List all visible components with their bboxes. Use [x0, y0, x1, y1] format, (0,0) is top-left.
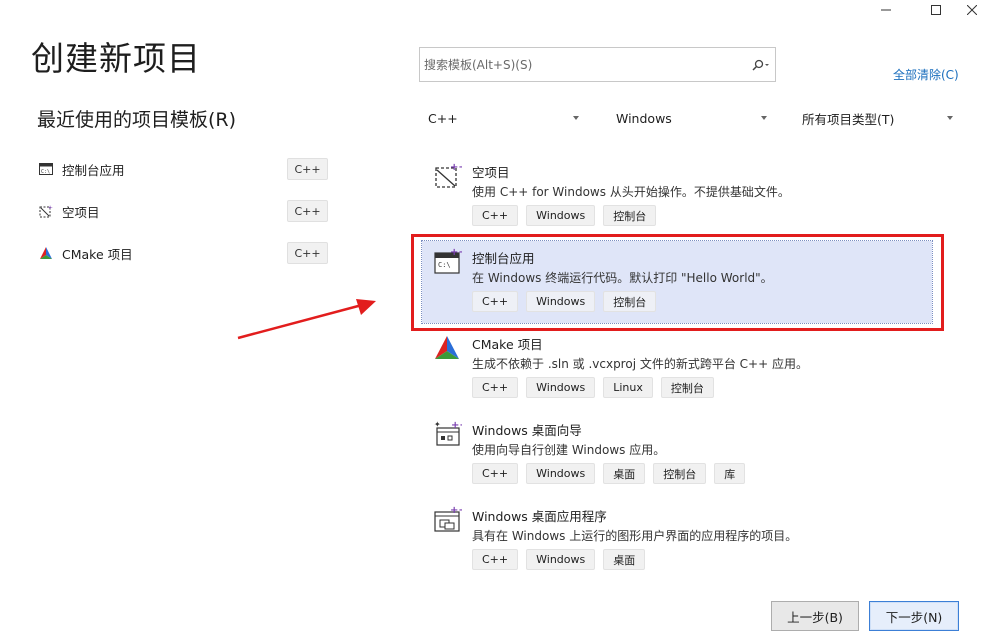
minimize-button[interactable]: [863, 0, 909, 20]
project-type-filter-value: 所有项目类型(T): [802, 112, 895, 127]
next-button[interactable]: 下一步(N): [869, 601, 959, 631]
cmake-icon: [38, 245, 54, 261]
empty-project-icon: ++: [434, 161, 467, 189]
template-tag: 库: [714, 463, 746, 484]
template-windows-desktop-wizard[interactable]: ✦ ++ Windows 桌面向导 使用向导自行创建 Windows 应用。 C+…: [422, 413, 932, 499]
close-icon: [967, 5, 977, 15]
search-icon[interactable]: [747, 48, 775, 81]
annotation-arrow-icon: [237, 299, 376, 340]
template-tag: C++: [472, 549, 519, 570]
platform-filter-value: Windows: [616, 111, 672, 126]
template-description: 生成不依赖于 .sln 或 .vcxproj 文件的新式跨平台 C++ 应用。: [472, 357, 808, 371]
desktop-app-icon: ++: [434, 505, 467, 533]
search-input[interactable]: [420, 48, 747, 81]
template-tag: 控制台: [603, 205, 657, 226]
template-tags: C++ Windows 桌面 控制台 库: [472, 463, 746, 484]
template-tag: Linux: [603, 377, 653, 398]
chevron-down-icon: [573, 116, 579, 120]
template-title: 空项目: [472, 165, 510, 180]
template-tags: C++ Windows 控制台: [472, 205, 657, 226]
language-tag: C++: [287, 242, 328, 264]
template-search: [419, 47, 776, 82]
template-tag: 桌面: [603, 549, 646, 570]
template-tag: C++: [472, 205, 519, 226]
recent-item-cmake[interactable]: CMake 项目 C++: [38, 241, 330, 265]
language-tag: C++: [287, 200, 328, 222]
language-tag: C++: [287, 158, 328, 180]
wizard-icon: ✦ ++: [434, 419, 468, 447]
language-filter-value: C++: [428, 111, 458, 126]
close-button[interactable]: [949, 0, 995, 20]
recent-item-label: 控制台应用: [62, 162, 125, 178]
highlight-annotation-box: [411, 234, 944, 331]
template-title: Windows 桌面应用程序: [472, 509, 607, 524]
svg-text:✦: ✦: [434, 420, 441, 429]
template-windows-desktop-app[interactable]: ++ Windows 桌面应用程序 具有在 Windows 上运行的图形用户界面…: [422, 499, 932, 585]
page-title: 创建新项目: [31, 39, 201, 78]
maximize-icon: [931, 5, 941, 15]
template-description: 使用 C++ for Windows 从头开始操作。不提供基础文件。: [472, 185, 790, 199]
template-tag: Windows: [526, 377, 596, 398]
language-filter-dropdown[interactable]: C++: [420, 102, 585, 135]
template-title: Windows 桌面向导: [472, 423, 582, 438]
chevron-down-icon: [761, 116, 767, 120]
back-button[interactable]: 上一步(B): [771, 601, 859, 631]
template-tag: C++: [472, 377, 519, 398]
template-tag: 桌面: [603, 463, 646, 484]
template-cmake-project[interactable]: CMake 项目 生成不依赖于 .sln 或 .vcxproj 文件的新式跨平台…: [422, 327, 932, 413]
template-tag: Windows: [526, 549, 596, 570]
recent-item-label: 空项目: [62, 204, 100, 220]
template-tag: Windows: [526, 205, 596, 226]
svg-text:++: ++: [48, 205, 53, 211]
template-tag: C++: [472, 463, 519, 484]
template-description: 具有在 Windows 上运行的图形用户界面的应用程序的项目。: [472, 529, 798, 543]
template-description: 使用向导自行创建 Windows 应用。: [472, 443, 666, 457]
recent-item-console[interactable]: C:\ 控制台应用 C++: [38, 157, 330, 181]
minimize-icon: [881, 9, 891, 11]
svg-text:++: ++: [450, 505, 462, 516]
template-empty-project[interactable]: ++ 空项目 使用 C++ for Windows 从头开始操作。不提供基础文件…: [422, 155, 932, 241]
template-tags: C++ Windows Linux 控制台: [472, 377, 714, 398]
template-title: CMake 项目: [472, 337, 543, 352]
cmake-icon: [434, 333, 462, 361]
svg-text:++: ++: [451, 420, 462, 431]
recent-item-label: CMake 项目: [62, 246, 133, 262]
console-icon: C:\: [38, 161, 54, 177]
chevron-down-icon: [947, 116, 953, 120]
template-tag: 控制台: [660, 377, 714, 398]
template-tags: C++ Windows 桌面: [472, 549, 646, 570]
clear-all-link[interactable]: 全部清除(C): [893, 66, 959, 83]
recent-item-empty-project[interactable]: ++ 空项目 C++: [38, 199, 330, 223]
empty-project-icon: ++: [38, 203, 54, 219]
project-type-filter-dropdown[interactable]: 所有项目类型(T): [794, 102, 959, 135]
svg-text:C:\: C:\: [41, 169, 50, 175]
platform-filter-dropdown[interactable]: Windows: [608, 102, 773, 135]
recent-templates-heading: 最近使用的项目模板(R): [37, 109, 237, 131]
template-tag: 控制台: [653, 463, 707, 484]
template-tag: Windows: [526, 463, 596, 484]
svg-text:++: ++: [450, 162, 462, 173]
